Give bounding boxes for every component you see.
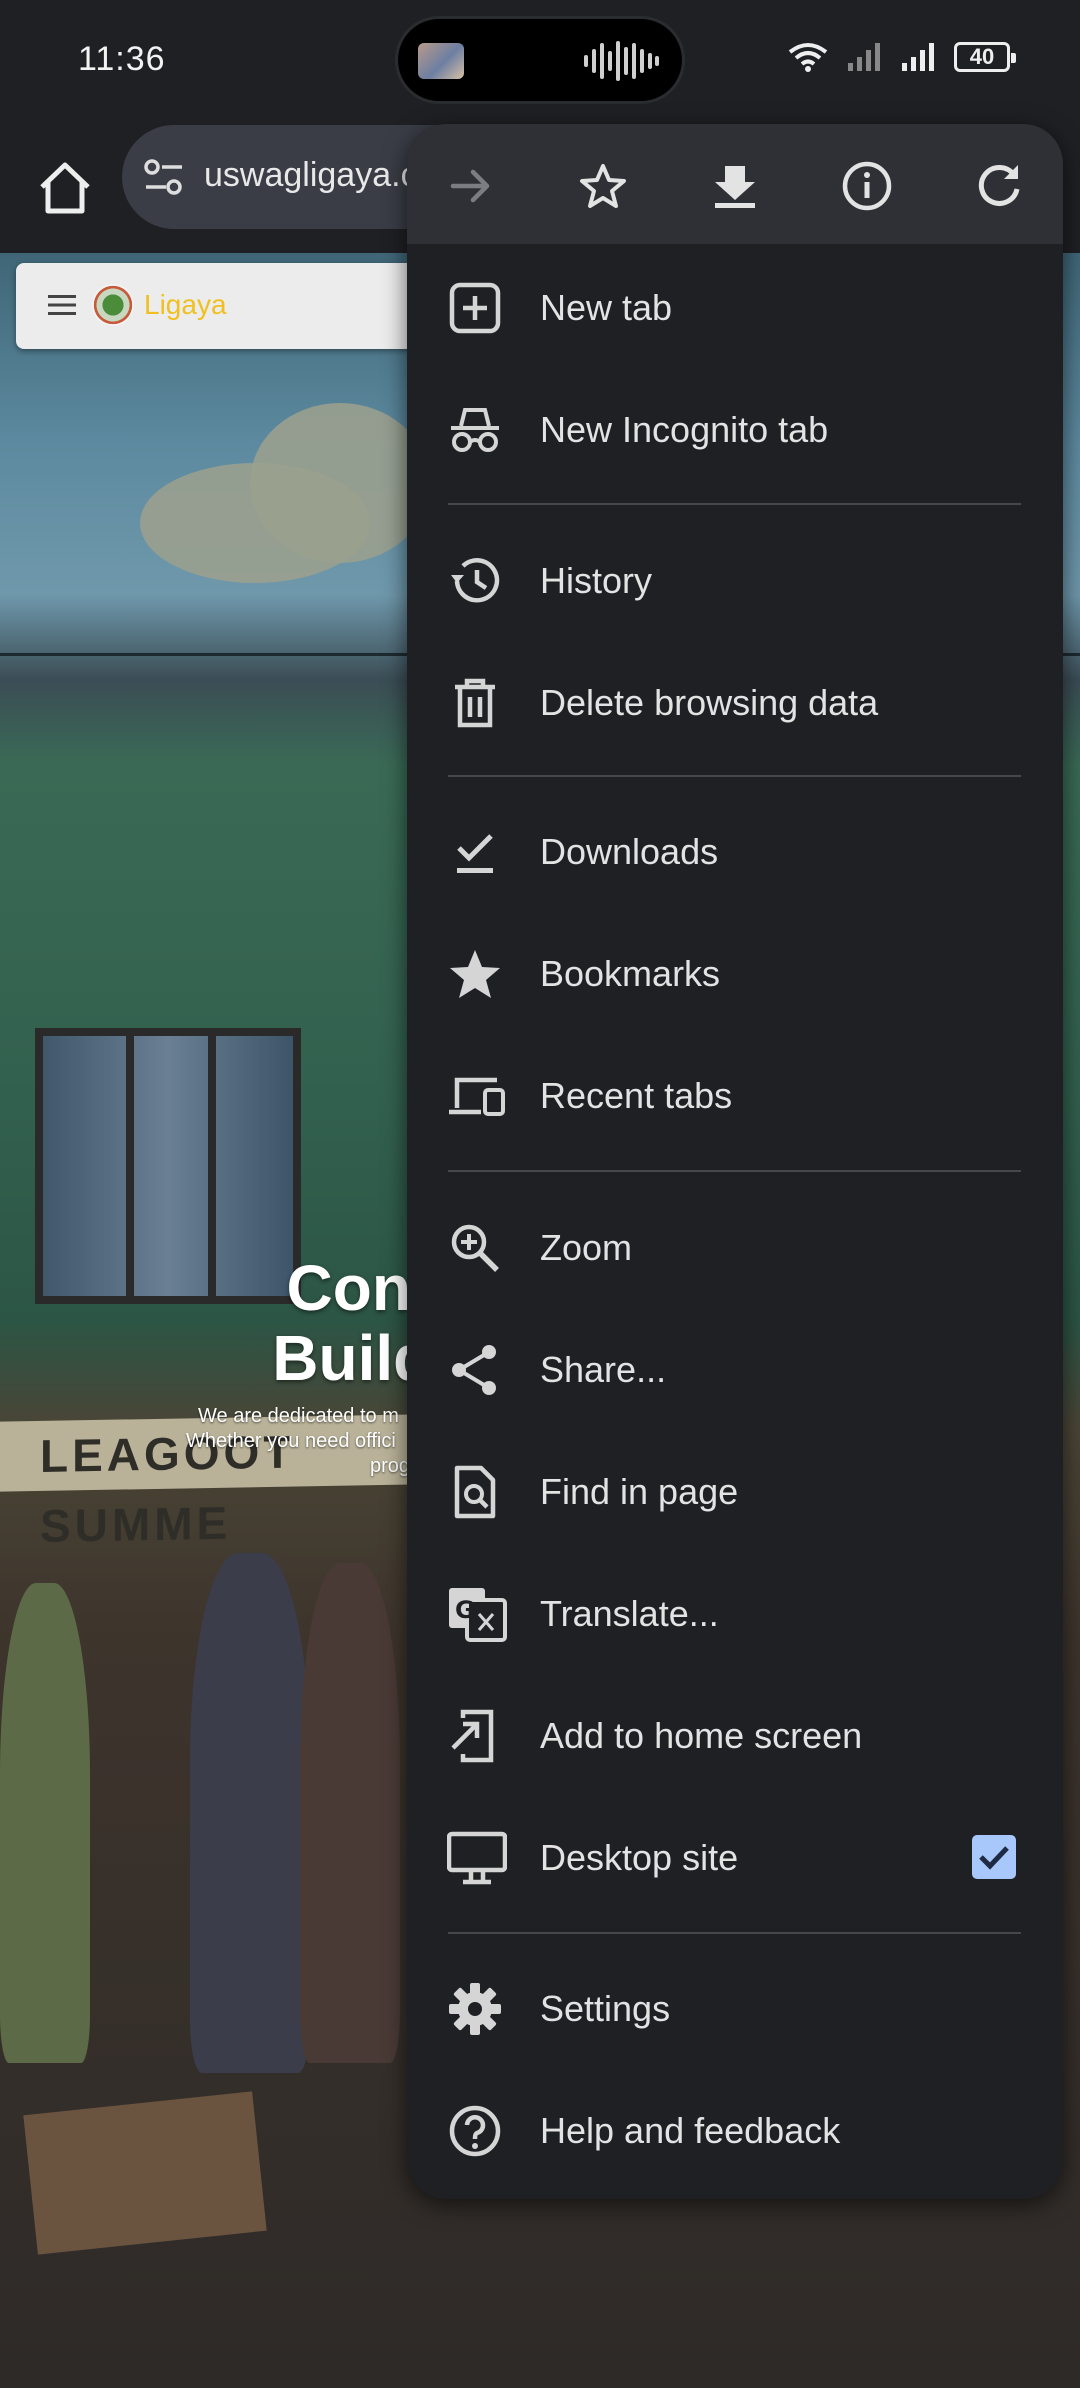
menu-item-label: New tab bbox=[540, 287, 673, 328]
devices-icon bbox=[449, 1077, 505, 1116]
download-page-button[interactable] bbox=[703, 154, 767, 218]
hamburger-menu-icon[interactable] bbox=[48, 294, 76, 316]
menu-item-add-to-home-screen[interactable]: Add to home screen bbox=[407, 1675, 1063, 1797]
trash-icon bbox=[455, 678, 495, 728]
gear-icon bbox=[449, 1983, 501, 2035]
overflow-menu: New tab New Incognito tab History Delete… bbox=[407, 124, 1063, 2199]
menu-item-label: Share... bbox=[540, 1349, 667, 1390]
hero-title: Conn Buildi bbox=[150, 1253, 450, 1393]
menu-item-label: Add to home screen bbox=[540, 1715, 863, 1756]
hero-text: Whether you need offici bbox=[186, 1430, 396, 1452]
wifi-icon bbox=[788, 43, 828, 72]
menu-item-label: Downloads bbox=[540, 831, 719, 872]
hero-text: prog bbox=[370, 1455, 411, 1477]
menu-item-label: New Incognito tab bbox=[540, 409, 829, 450]
audio-wave-icon bbox=[584, 41, 659, 81]
add-to-home-icon bbox=[451, 1709, 494, 1763]
status-time: 11:36 bbox=[78, 40, 166, 78]
menu-item-share[interactable]: Share... bbox=[407, 1309, 1063, 1431]
help-icon bbox=[449, 2105, 501, 2157]
desktop-site-checkbox[interactable] bbox=[972, 1835, 1016, 1879]
site-settings-icon[interactable] bbox=[142, 155, 186, 199]
menu-item-downloads[interactable]: Downloads bbox=[407, 791, 1063, 913]
history-icon bbox=[451, 558, 500, 603]
menu-item-label: Settings bbox=[540, 1988, 671, 2029]
menu-item-delete-browsing-data[interactable]: Delete browsing data bbox=[407, 642, 1063, 764]
person-figure bbox=[300, 1563, 400, 2063]
bookmark-button[interactable] bbox=[571, 154, 635, 218]
menu-item-label: History bbox=[540, 560, 653, 601]
checkmark-icon bbox=[979, 1846, 1009, 1870]
downloads-check-icon bbox=[457, 834, 493, 873]
menu-item-settings[interactable]: Settings bbox=[407, 1948, 1063, 2070]
find-in-page-icon bbox=[454, 1465, 496, 1519]
menu-action-bar bbox=[407, 124, 1063, 244]
menu-item-bookmarks[interactable]: Bookmarks bbox=[407, 913, 1063, 1035]
menu-item-recent-tabs[interactable]: Recent tabs bbox=[407, 1035, 1063, 1157]
dynamic-island[interactable] bbox=[395, 16, 685, 104]
menu-item-history[interactable]: History bbox=[407, 520, 1063, 642]
forward-button[interactable] bbox=[439, 154, 503, 218]
cloud-shape bbox=[250, 403, 430, 563]
person-figure bbox=[0, 1583, 90, 2063]
menu-item-label: Translate... bbox=[540, 1593, 719, 1634]
hero-title-line: Buildi bbox=[272, 1322, 450, 1394]
signal-icon bbox=[848, 43, 880, 71]
translate-icon: G bbox=[449, 1588, 507, 1642]
crate bbox=[23, 2091, 267, 2255]
share-icon bbox=[452, 1345, 496, 1395]
menu-item-label: Delete browsing data bbox=[540, 682, 879, 723]
person-figure bbox=[190, 1553, 310, 2073]
signal-icon bbox=[902, 43, 934, 71]
forward-icon bbox=[450, 169, 490, 203]
menu-item-new-tab[interactable]: New tab bbox=[407, 247, 1063, 369]
site-logo[interactable] bbox=[92, 284, 134, 326]
hero-title-line: Conn bbox=[286, 1252, 451, 1324]
system-icons: 40 bbox=[788, 40, 1016, 74]
menu-item-label: Help and feedback bbox=[540, 2110, 841, 2151]
menu-divider bbox=[448, 1932, 1021, 1934]
menu-item-zoom[interactable]: Zoom bbox=[407, 1187, 1063, 1309]
refresh-button[interactable] bbox=[967, 154, 1031, 218]
menu-item-help-and-feedback[interactable]: Help and feedback bbox=[407, 2070, 1063, 2192]
star-icon bbox=[450, 950, 500, 998]
menu-item-desktop-site[interactable]: Desktop site bbox=[407, 1797, 1063, 1919]
menu-item-find-in-page[interactable]: Find in page bbox=[407, 1431, 1063, 1553]
menu-item-translate[interactable]: G Translate... bbox=[407, 1553, 1063, 1675]
menu-divider bbox=[448, 1170, 1021, 1172]
menu-divider bbox=[448, 775, 1021, 777]
media-thumbnail-icon bbox=[418, 43, 464, 79]
zoom-icon bbox=[451, 1224, 499, 1272]
download-icon bbox=[715, 166, 755, 208]
menu-item-label: Desktop site bbox=[540, 1837, 739, 1878]
bookmark-star-icon bbox=[580, 164, 626, 208]
site-brand[interactable]: Ligaya bbox=[144, 289, 227, 321]
page-info-button[interactable] bbox=[835, 154, 899, 218]
hero-text: We are dedicated to m bbox=[198, 1405, 399, 1427]
info-icon bbox=[842, 161, 892, 211]
status-bar: 11:36 40 bbox=[0, 0, 1080, 125]
menu-item-label: Bookmarks bbox=[540, 953, 721, 994]
incognito-icon bbox=[451, 408, 499, 452]
menu-item-label: Zoom bbox=[540, 1227, 633, 1268]
menu-divider bbox=[448, 503, 1021, 505]
menu-item-label: Find in page bbox=[540, 1471, 739, 1512]
monitor-icon bbox=[447, 1831, 507, 1885]
svg-text:G: G bbox=[455, 1596, 475, 1624]
home-icon[interactable] bbox=[30, 153, 100, 223]
refresh-icon bbox=[978, 164, 1020, 206]
battery-icon: 40 bbox=[954, 42, 1016, 72]
new-tab-icon bbox=[449, 282, 501, 334]
url-text[interactable]: uswagligaya.c bbox=[204, 156, 418, 195]
menu-item-new-incognito-tab[interactable]: New Incognito tab bbox=[407, 369, 1063, 491]
menu-item-label: Recent tabs bbox=[540, 1075, 733, 1116]
